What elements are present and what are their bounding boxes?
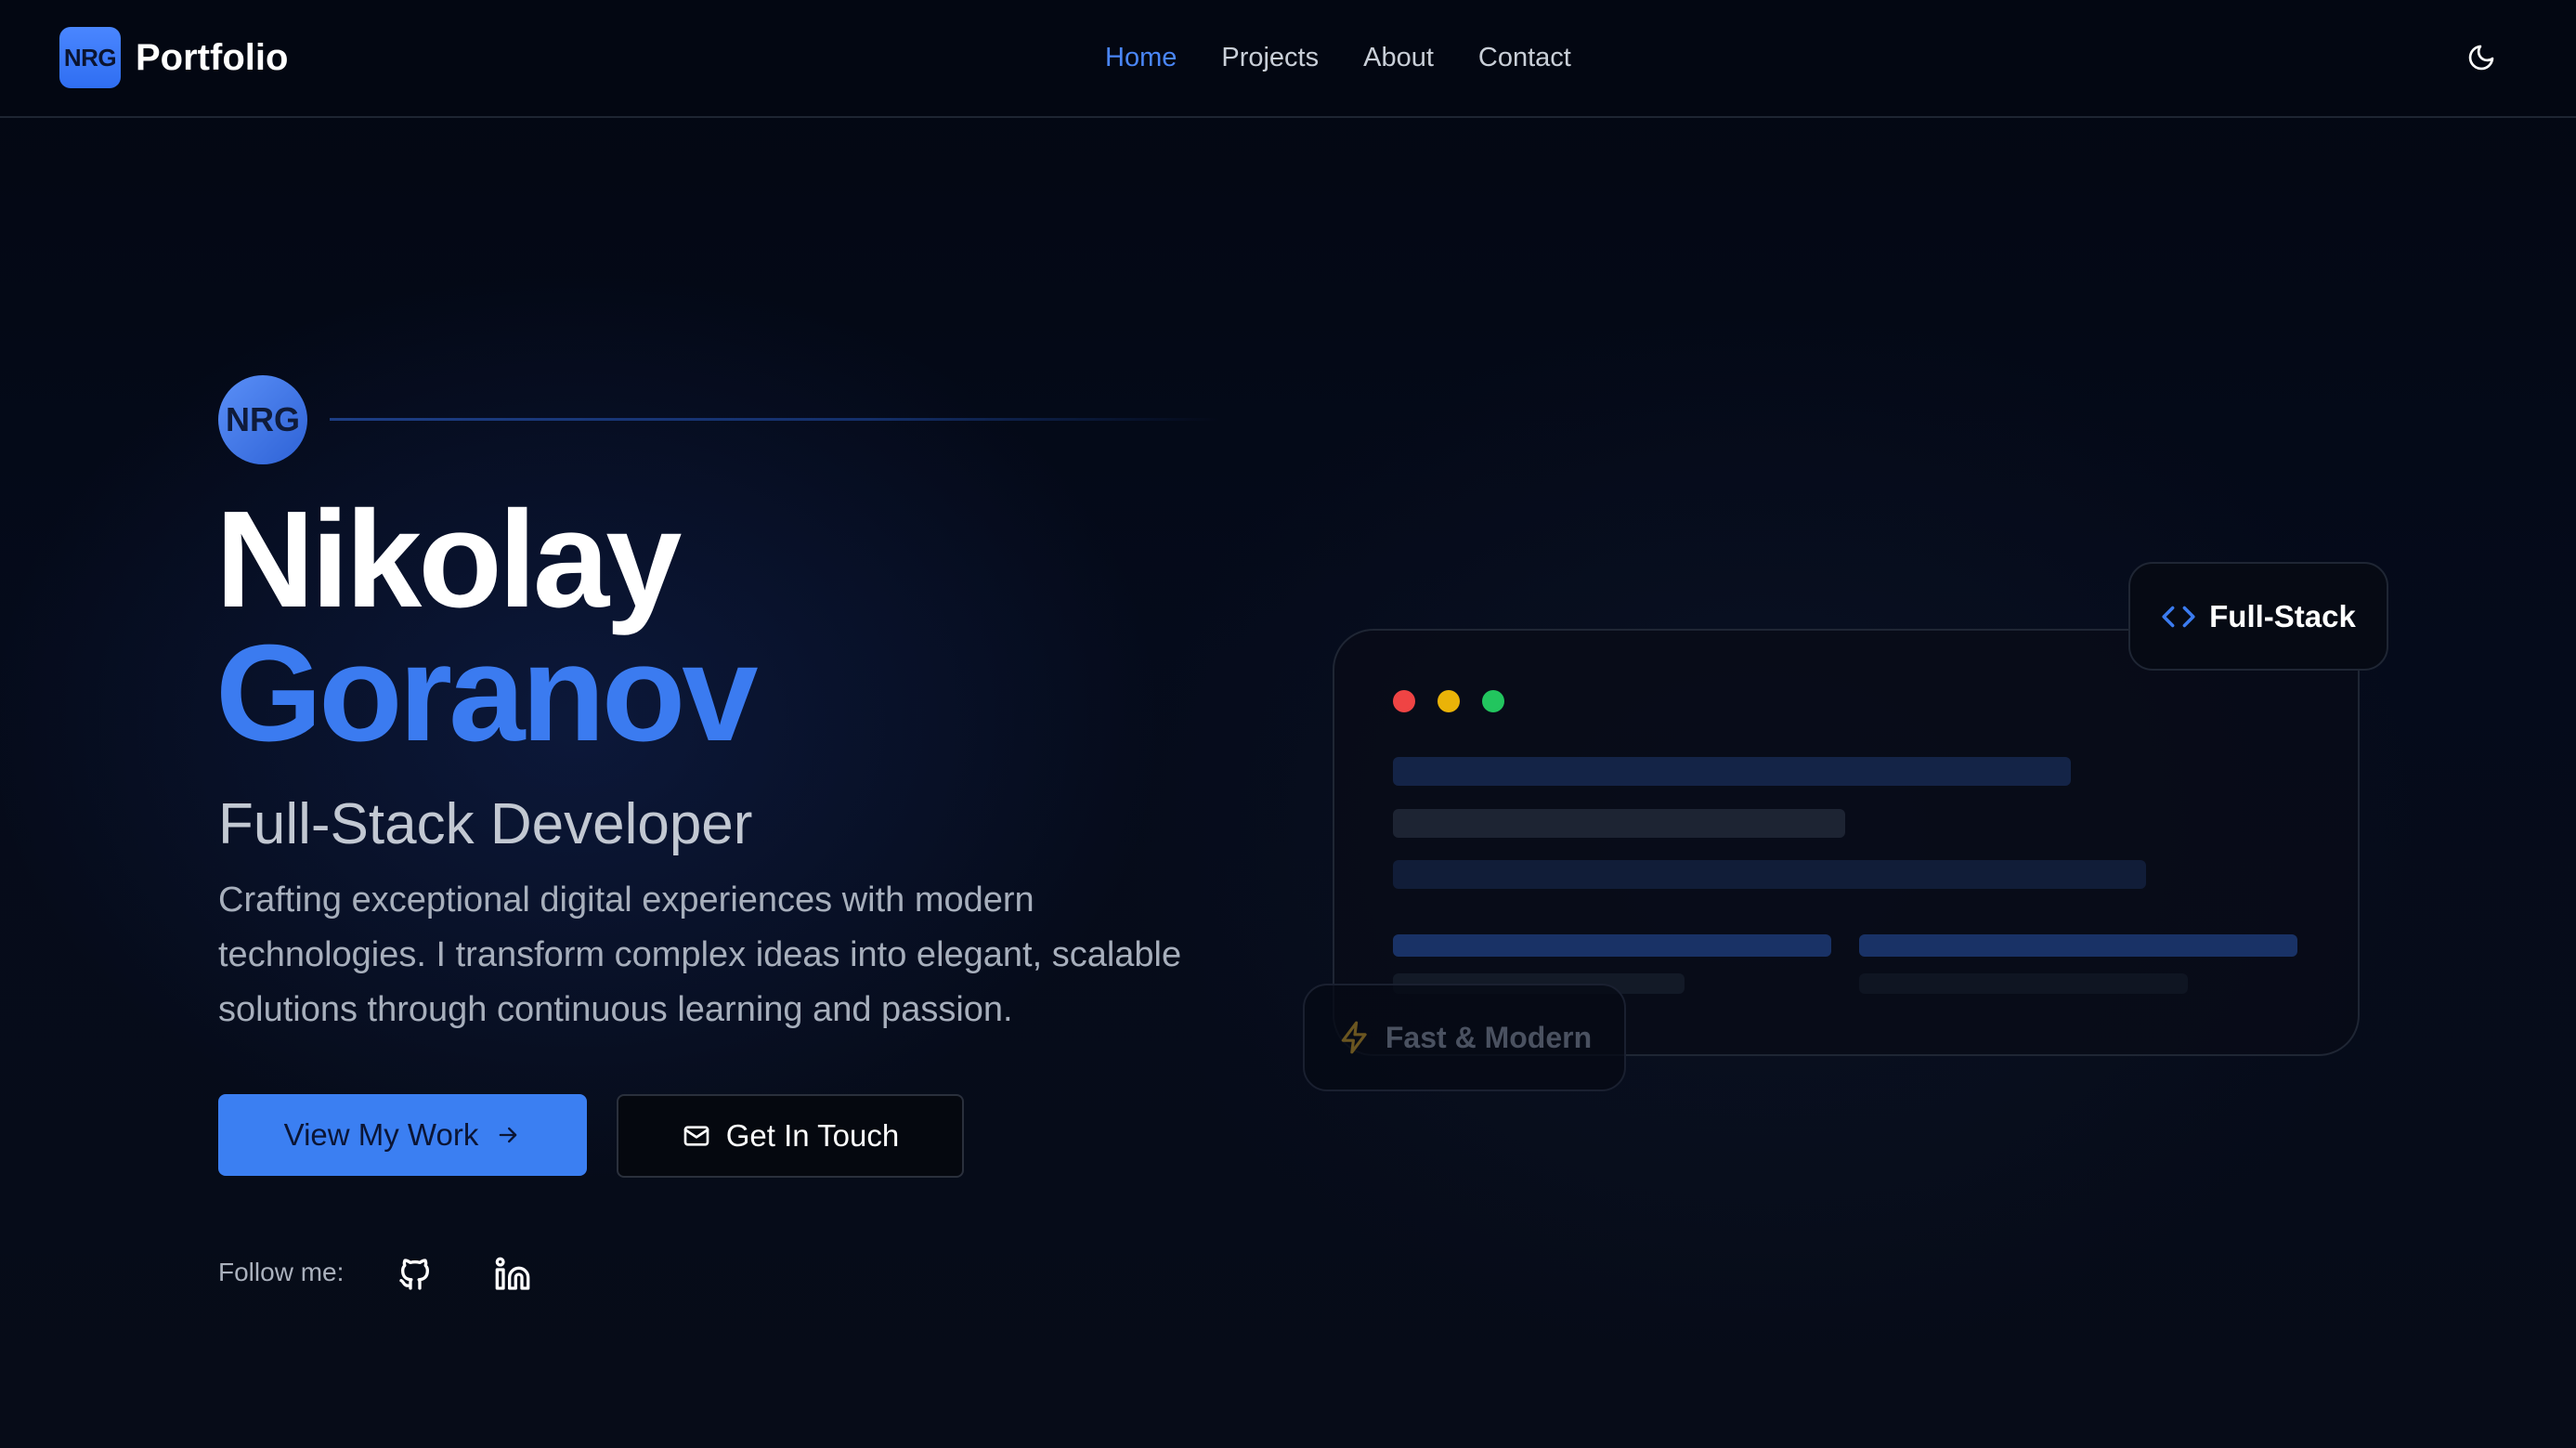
brand-name[interactable]: Portfolio — [136, 37, 288, 79]
arrow-right-icon — [495, 1122, 521, 1148]
full-stack-label: Full-Stack — [2209, 598, 2356, 633]
nav-link-projects[interactable]: Projects — [1221, 43, 1319, 73]
github-icon — [399, 1259, 429, 1290]
view-my-work-button[interactable]: View My Work — [218, 1094, 587, 1176]
code-line-4a — [1393, 934, 1831, 957]
code-line-4b — [1859, 934, 2297, 957]
view-my-work-label: View My Work — [283, 1117, 479, 1152]
moon-icon — [2468, 45, 2494, 71]
hero-divider — [330, 418, 1221, 421]
hero-description: Crafting exceptional digital experiences… — [218, 881, 1182, 1029]
nav-link-home[interactable]: Home — [1105, 43, 1177, 73]
get-in-touch-button[interactable]: Get In Touch — [617, 1094, 964, 1178]
brand-logo[interactable]: NRG — [59, 27, 121, 88]
nav-link-contact[interactable]: Contact — [1478, 43, 1571, 73]
github-link[interactable] — [395, 1254, 436, 1295]
get-in-touch-label: Get In Touch — [725, 1118, 900, 1153]
linkedin-icon — [495, 1257, 530, 1290]
top-navbar: NRG Portfolio Home Projects About Contac… — [0, 0, 2576, 118]
hero-first-name: Nikolay — [215, 483, 682, 636]
code-line-1 — [1393, 757, 2071, 786]
fast-modern-badge: Fast & Modern — [1303, 984, 1626, 1091]
code-line-2 — [1393, 809, 1845, 838]
lightning-icon — [1337, 1020, 1373, 1055]
window-dot-green — [1482, 690, 1504, 712]
full-stack-badge: Full-Stack — [2128, 562, 2388, 671]
hero-avatar: NRG — [218, 375, 307, 464]
nav-link-about[interactable]: About — [1363, 43, 1434, 73]
hero-last-name: Goranov — [215, 617, 759, 770]
code-line-5b — [1859, 973, 2188, 994]
brand[interactable]: NRG Portfolio — [59, 27, 288, 88]
code-brackets-icon — [2161, 599, 2196, 634]
main-nav: Home Projects About Contact — [1105, 37, 1616, 78]
follow-label: Follow me: — [218, 1258, 345, 1286]
window-dot-yellow — [1438, 690, 1460, 712]
linkedin-link[interactable] — [492, 1254, 533, 1295]
window-dot-red — [1393, 690, 1415, 712]
theme-toggle-button[interactable] — [2463, 39, 2500, 76]
code-line-3 — [1393, 860, 2146, 889]
fast-modern-label: Fast & Modern — [1385, 1020, 1593, 1054]
mail-icon — [682, 1121, 711, 1151]
hero-role: Full-Stack Developer — [218, 792, 753, 856]
